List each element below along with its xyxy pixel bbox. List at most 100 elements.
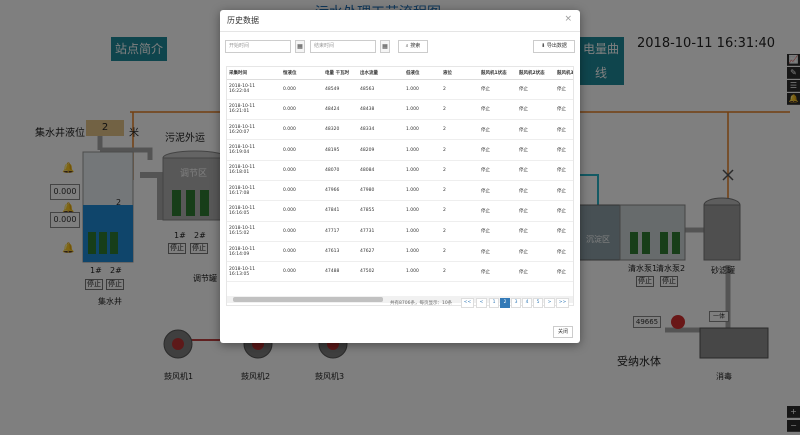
export-button[interactable]: ⬇ 导出数据 [533, 40, 575, 53]
table-cell: 停止 [555, 119, 573, 141]
table-cell: 2018-10-11 16:20:07 [227, 119, 281, 141]
table-cell: 1.000 [404, 139, 441, 161]
table-cell: 停止 [555, 180, 573, 202]
page-1-button[interactable]: 1 [489, 298, 499, 308]
table-cell: 2018-10-11 16:19:04 [227, 139, 281, 161]
table-cell: 2 [441, 99, 479, 121]
column-header[interactable]: 低液位 [404, 67, 441, 80]
table-cell: 2 [441, 139, 479, 161]
timestamp-part: 16:19:04 [229, 150, 250, 156]
table-cell: 1.000 [404, 261, 441, 283]
start-time-input[interactable]: 开始时间 [225, 40, 291, 53]
page-prev-button[interactable]: < [476, 298, 487, 308]
end-time-input[interactable]: 结束时间 [310, 40, 376, 53]
table-cell: 停止 [555, 160, 573, 181]
timestamp-part: 16:13:05 [229, 271, 250, 277]
page-next-button[interactable]: > [544, 298, 555, 308]
table-cell: 0.000 [281, 119, 323, 141]
table-cell: 停止 [555, 99, 573, 121]
search-button[interactable]: ⌕ 搜索 [398, 40, 428, 53]
calendar-icon[interactable]: ▦ [295, 40, 305, 53]
table-cell: 47613 [323, 241, 358, 263]
table-cell: 2 [441, 79, 479, 100]
table-cell: 1.000 [404, 200, 441, 222]
table-cell: 47855 [358, 200, 404, 222]
column-header[interactable]: 出水流量 [358, 67, 404, 80]
pager-info: 共有8706条，每页显示：10条 [390, 301, 453, 306]
table-cell: 停止 [517, 180, 555, 202]
page-2-button[interactable]: 2 [500, 298, 510, 308]
table-cell: 47980 [358, 180, 404, 202]
table-cell: 48424 [323, 99, 358, 121]
table-cell: 1.000 [404, 241, 441, 263]
page-first-button[interactable]: << [461, 298, 474, 308]
timestamp-part: 16:15:02 [229, 231, 250, 237]
table-cell: 0.000 [281, 139, 323, 161]
table-cell: 停止 [517, 200, 555, 222]
table-cell: 停止 [517, 221, 555, 242]
table-cell: 停止 [479, 160, 517, 181]
table-cell: 停止 [479, 180, 517, 202]
table-cell: 47841 [323, 200, 358, 222]
table-cell: 0.000 [281, 200, 323, 222]
table-cell: 0.000 [281, 160, 323, 181]
export-icon: ⬇ [541, 43, 546, 49]
table-cell: 1.000 [404, 119, 441, 141]
table-cell: 2 [441, 180, 479, 202]
table-cell: 停止 [555, 139, 573, 161]
scrollbar-thumb[interactable] [233, 297, 383, 302]
table-cell: 停止 [555, 221, 573, 242]
search-icon: ⌕ [405, 43, 409, 49]
table-cell: 停止 [517, 160, 555, 181]
page-3-button[interactable]: 3 [511, 298, 521, 308]
export-button-label: 导出数据 [546, 43, 567, 49]
table-cell: 停止 [517, 139, 555, 161]
close-button[interactable]: 关闭 [553, 326, 573, 338]
table-cell: 47717 [323, 221, 358, 242]
table-cell: 停止 [555, 200, 573, 222]
table-cell: 47502 [358, 261, 404, 283]
table-cell: 2 [441, 119, 479, 141]
table-row: 2018-10-11 16:14:09 0.000 47613 47627 1.000 2 停… [227, 241, 573, 263]
table-cell: 48563 [358, 79, 404, 100]
column-header[interactable]: 恒液位 [281, 67, 323, 80]
table-row: 2018-10-11 16:20:07 0.000 48320 48334 1.000 2 停… [227, 119, 573, 141]
table-cell: 2 [441, 261, 479, 283]
table-cell: 48084 [358, 160, 404, 181]
timestamp-part: 16:21:01 [229, 109, 250, 115]
table-row: 2018-10-11 16:17:08 0.000 47966 47980 1.000 2 停… [227, 180, 573, 202]
page-last-button[interactable]: >> [556, 298, 569, 308]
timestamp-part: 16:18:01 [229, 170, 250, 176]
column-header[interactable]: 鼓风机1状态 [479, 67, 517, 80]
table-cell: 48209 [358, 139, 404, 161]
history-table: 采集时间 恒液位 电量 千瓦时 出水流量 低液位 液位 鼓风机1状态 鼓风机2状… [227, 67, 573, 283]
page-5-button[interactable]: 5 [533, 298, 543, 308]
close-icon[interactable]: × [564, 14, 572, 24]
table-row: 2018-10-11 16:16:05 0.000 47841 47855 1.000 2 停… [227, 200, 573, 222]
column-header[interactable]: 鼓风机3状态 [555, 67, 573, 80]
table-cell: 0.000 [281, 221, 323, 242]
table-cell: 2018-10-11 16:21:01 [227, 99, 281, 121]
timestamp-part: 16:22:04 [229, 89, 250, 95]
column-header[interactable]: 采集时间 [227, 67, 281, 80]
table-cell: 停止 [479, 119, 517, 141]
table-row: 2018-10-11 16:22:04 0.000 48549 48563 1.000 2 停… [227, 79, 573, 100]
table-cell: 0.000 [281, 99, 323, 121]
history-table-container[interactable]: 采集时间 恒液位 电量 千瓦时 出水流量 低液位 液位 鼓风机1状态 鼓风机2状… [226, 66, 574, 306]
table-cell: 2018-10-11 16:13:05 [227, 261, 281, 283]
search-button-label: 搜索 [410, 43, 421, 49]
table-cell: 停止 [555, 241, 573, 263]
column-header[interactable]: 鼓风机2状态 [517, 67, 555, 80]
column-header[interactable]: 液位 [441, 67, 479, 80]
column-header[interactable]: 电量 千瓦时 [323, 67, 358, 80]
timestamp-part: 16:14:09 [229, 251, 250, 257]
page-4-button[interactable]: 4 [522, 298, 532, 308]
timestamp-part: 16:17:08 [229, 190, 250, 196]
table-row: 2018-10-11 16:13:05 0.000 47488 47502 1.000 2 停… [227, 261, 573, 283]
table-cell: 停止 [479, 261, 517, 283]
table-cell: 0.000 [281, 79, 323, 100]
table-cell: 48438 [358, 99, 404, 121]
calendar-icon[interactable]: ▦ [380, 40, 390, 53]
timestamp-part: 16:16:05 [229, 210, 250, 216]
table-cell: 2018-10-11 16:18:01 [227, 160, 281, 181]
